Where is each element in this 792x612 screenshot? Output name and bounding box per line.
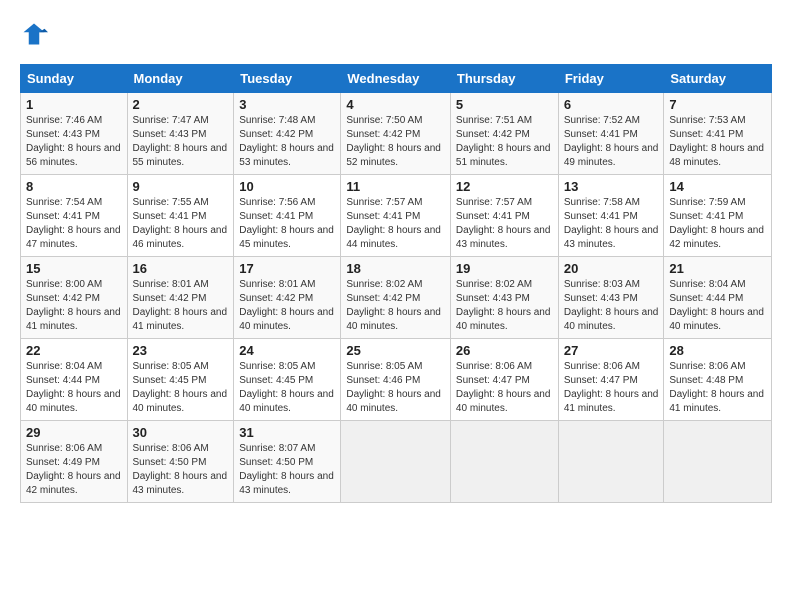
col-header-sunday: Sunday: [21, 65, 128, 93]
calendar-cell-17: 17Sunrise: 8:01 AM Sunset: 4:42 PM Dayli…: [234, 257, 341, 339]
calendar-cell-6: 6Sunrise: 7:52 AM Sunset: 4:41 PM Daylig…: [558, 93, 664, 175]
col-header-saturday: Saturday: [664, 65, 772, 93]
calendar-cell-24: 24Sunrise: 8:05 AM Sunset: 4:45 PM Dayli…: [234, 339, 341, 421]
calendar-cell-19: 19Sunrise: 8:02 AM Sunset: 4:43 PM Dayli…: [450, 257, 558, 339]
calendar-cell-5: 5Sunrise: 7:51 AM Sunset: 4:42 PM Daylig…: [450, 93, 558, 175]
calendar-cell-9: 9Sunrise: 7:55 AM Sunset: 4:41 PM Daylig…: [127, 175, 234, 257]
col-header-wednesday: Wednesday: [341, 65, 451, 93]
calendar-cell-31: 31Sunrise: 8:07 AM Sunset: 4:50 PM Dayli…: [234, 421, 341, 503]
calendar-cell-26: 26Sunrise: 8:06 AM Sunset: 4:47 PM Dayli…: [450, 339, 558, 421]
calendar-cell-empty-4-6: [664, 421, 772, 503]
calendar-cell-7: 7Sunrise: 7:53 AM Sunset: 4:41 PM Daylig…: [664, 93, 772, 175]
calendar-cell-22: 22Sunrise: 8:04 AM Sunset: 4:44 PM Dayli…: [21, 339, 128, 421]
calendar-cell-empty-4-5: [558, 421, 664, 503]
calendar-cell-27: 27Sunrise: 8:06 AM Sunset: 4:47 PM Dayli…: [558, 339, 664, 421]
calendar-table: SundayMondayTuesdayWednesdayThursdayFrid…: [20, 64, 772, 503]
calendar-cell-28: 28Sunrise: 8:06 AM Sunset: 4:48 PM Dayli…: [664, 339, 772, 421]
logo-icon: [20, 20, 48, 48]
calendar-cell-1: 1Sunrise: 7:46 AM Sunset: 4:43 PM Daylig…: [21, 93, 128, 175]
col-header-thursday: Thursday: [450, 65, 558, 93]
calendar-cell-16: 16Sunrise: 8:01 AM Sunset: 4:42 PM Dayli…: [127, 257, 234, 339]
calendar-cell-8: 8Sunrise: 7:54 AM Sunset: 4:41 PM Daylig…: [21, 175, 128, 257]
calendar-cell-29: 29Sunrise: 8:06 AM Sunset: 4:49 PM Dayli…: [21, 421, 128, 503]
calendar-cell-10: 10Sunrise: 7:56 AM Sunset: 4:41 PM Dayli…: [234, 175, 341, 257]
calendar-cell-30: 30Sunrise: 8:06 AM Sunset: 4:50 PM Dayli…: [127, 421, 234, 503]
calendar-cell-14: 14Sunrise: 7:59 AM Sunset: 4:41 PM Dayli…: [664, 175, 772, 257]
calendar-cell-empty-4-3: [341, 421, 451, 503]
page-header: [20, 20, 772, 48]
col-header-friday: Friday: [558, 65, 664, 93]
calendar-cell-12: 12Sunrise: 7:57 AM Sunset: 4:41 PM Dayli…: [450, 175, 558, 257]
calendar-cell-2: 2Sunrise: 7:47 AM Sunset: 4:43 PM Daylig…: [127, 93, 234, 175]
calendar-cell-13: 13Sunrise: 7:58 AM Sunset: 4:41 PM Dayli…: [558, 175, 664, 257]
calendar-cell-23: 23Sunrise: 8:05 AM Sunset: 4:45 PM Dayli…: [127, 339, 234, 421]
col-header-monday: Monday: [127, 65, 234, 93]
calendar-cell-empty-4-4: [450, 421, 558, 503]
logo: [20, 20, 50, 48]
calendar-cell-25: 25Sunrise: 8:05 AM Sunset: 4:46 PM Dayli…: [341, 339, 451, 421]
calendar-cell-15: 15Sunrise: 8:00 AM Sunset: 4:42 PM Dayli…: [21, 257, 128, 339]
calendar-cell-3: 3Sunrise: 7:48 AM Sunset: 4:42 PM Daylig…: [234, 93, 341, 175]
calendar-cell-11: 11Sunrise: 7:57 AM Sunset: 4:41 PM Dayli…: [341, 175, 451, 257]
calendar-cell-20: 20Sunrise: 8:03 AM Sunset: 4:43 PM Dayli…: [558, 257, 664, 339]
calendar-cell-21: 21Sunrise: 8:04 AM Sunset: 4:44 PM Dayli…: [664, 257, 772, 339]
calendar-cell-18: 18Sunrise: 8:02 AM Sunset: 4:42 PM Dayli…: [341, 257, 451, 339]
col-header-tuesday: Tuesday: [234, 65, 341, 93]
calendar-cell-4: 4Sunrise: 7:50 AM Sunset: 4:42 PM Daylig…: [341, 93, 451, 175]
